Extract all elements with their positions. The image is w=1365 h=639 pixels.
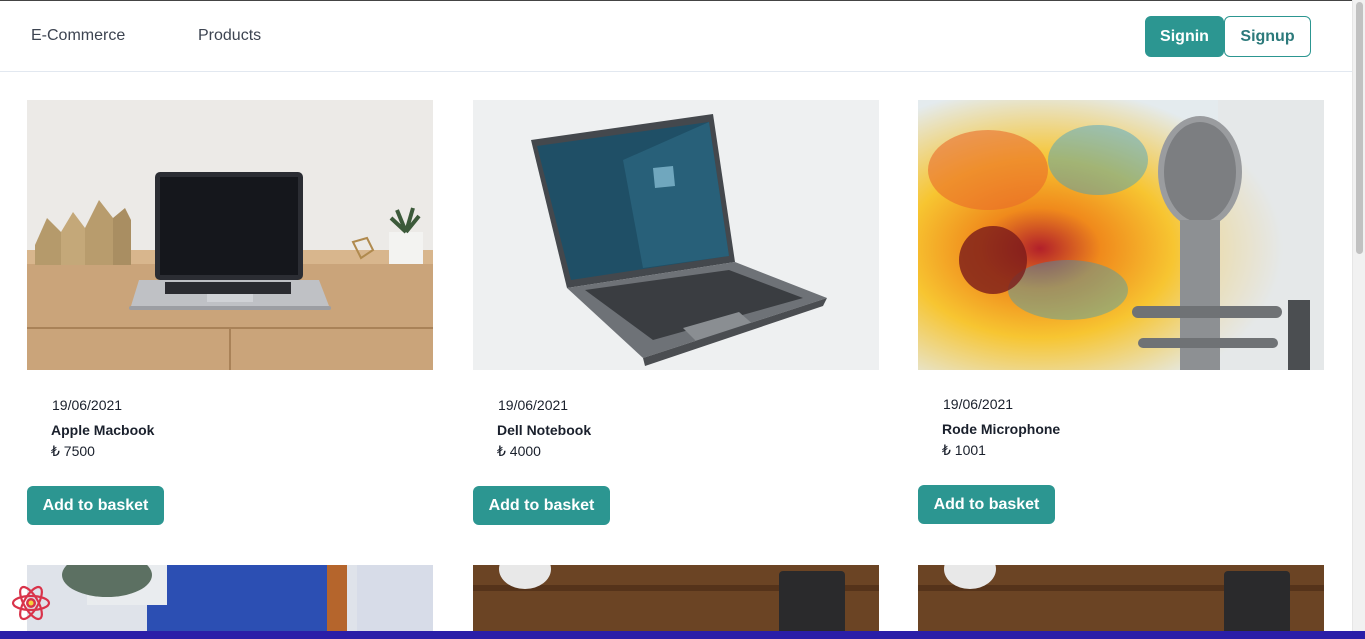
microphone-image bbox=[918, 100, 1324, 370]
react-devtools-icon[interactable] bbox=[10, 582, 52, 624]
scrollbar-thumb[interactable] bbox=[1356, 2, 1363, 254]
product-price: ₺ 1001 bbox=[942, 442, 986, 458]
product-image bbox=[918, 100, 1324, 370]
product-price: ₺ 7500 bbox=[51, 443, 95, 459]
desk-keyboard-image bbox=[473, 565, 879, 639]
macbook-image bbox=[27, 100, 433, 370]
signin-button[interactable]: Signin bbox=[1145, 16, 1224, 57]
dell-laptop-image bbox=[473, 100, 879, 370]
plant-desk-image bbox=[27, 565, 433, 639]
product-price: ₺ 4000 bbox=[497, 443, 541, 459]
product-title: Dell Notebook bbox=[497, 422, 592, 438]
page: E-Commerce Products Signin Signup 19/06/… bbox=[0, 0, 1352, 639]
product-date: 19/06/2021 bbox=[52, 397, 123, 413]
taskbar bbox=[0, 631, 1365, 639]
product-image bbox=[473, 565, 879, 639]
product-date: 19/06/2021 bbox=[943, 396, 1014, 412]
add-to-basket-button[interactable]: Add to basket bbox=[473, 486, 610, 525]
product-image bbox=[27, 565, 433, 639]
brand-link[interactable]: E-Commerce bbox=[31, 27, 125, 45]
product-title: Rode Microphone bbox=[942, 421, 1061, 437]
product-image bbox=[27, 100, 433, 370]
desk-keyboard-image bbox=[918, 565, 1324, 639]
add-to-basket-button[interactable]: Add to basket bbox=[27, 486, 164, 525]
product-date: 19/06/2021 bbox=[498, 397, 569, 413]
product-image bbox=[473, 100, 879, 370]
product-image bbox=[918, 565, 1324, 639]
add-to-basket-button[interactable]: Add to basket bbox=[918, 485, 1055, 524]
navbar: E-Commerce Products Signin Signup bbox=[0, 1, 1352, 72]
scrollbar[interactable] bbox=[1352, 0, 1365, 639]
product-title: Apple Macbook bbox=[51, 422, 155, 438]
signup-button[interactable]: Signup bbox=[1224, 16, 1311, 57]
products-link[interactable]: Products bbox=[198, 27, 261, 45]
